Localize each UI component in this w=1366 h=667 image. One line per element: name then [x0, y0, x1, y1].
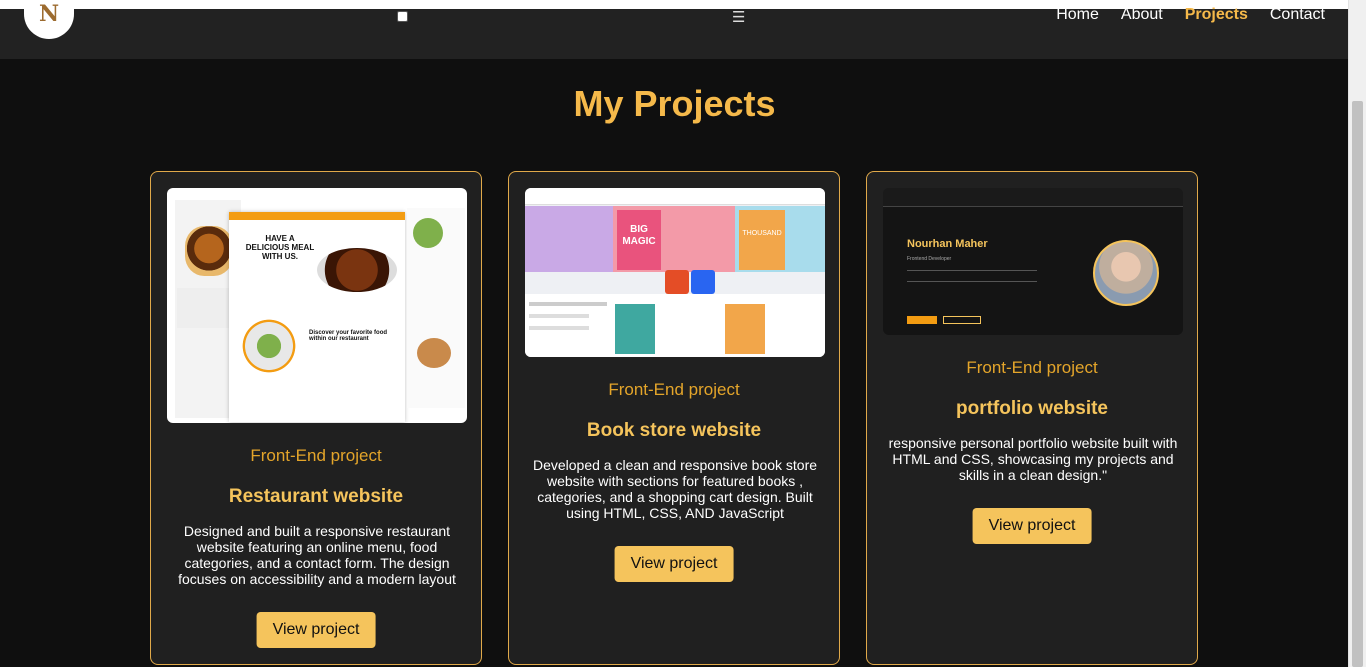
project-title: Book store website: [586, 420, 762, 441]
thumb-name: Nourhan Maher: [907, 238, 988, 250]
thumb-headline: HAVE A DELICIOUS MEAL WITH US.: [245, 234, 315, 261]
book-cover-text: BIG MAGIC: [617, 210, 661, 270]
project-kind: Front-End project: [250, 446, 382, 465]
project-title: portfolio website: [956, 398, 1108, 419]
nav-home-link[interactable]: Home: [1056, 6, 1099, 24]
portfolio-screenshot-image: Nourhan Maher Frontend Developer: [883, 188, 1183, 335]
thumb-section-text: Discover your favorite food within our r…: [309, 330, 388, 342]
project-description: Developed a clean and responsive book st…: [532, 457, 818, 521]
main-nav: Home About Projects Contact: [1034, 6, 1325, 24]
bookstore-screenshot-image: BIG MAGIC THOUSAND: [525, 188, 825, 357]
nav-contact-link[interactable]: Contact: [1270, 6, 1325, 24]
nav-about-link[interactable]: About: [1121, 6, 1163, 24]
scrollbar-thumb[interactable]: [1352, 101, 1363, 667]
site-logo[interactable]: N: [24, 0, 74, 39]
project-description: responsive personal portfolio website bu…: [888, 435, 1178, 483]
hamburger-menu-icon[interactable]: ☰: [732, 8, 745, 26]
site-header: N ☰ Home About Projects Contact: [0, 0, 1349, 59]
project-description: Designed and built a responsive restaura…: [178, 523, 456, 587]
view-project-button[interactable]: View project: [972, 508, 1092, 544]
thumb-role: Frontend Developer: [907, 256, 952, 262]
project-kind: Front-End project: [608, 380, 740, 399]
nav-projects-link[interactable]: Projects: [1185, 6, 1248, 24]
logo-letter: N: [38, 1, 60, 27]
view-project-button[interactable]: View project: [614, 546, 734, 582]
book-cover-text-2: THOUSAND: [739, 210, 785, 270]
project-title: Restaurant website: [228, 486, 404, 507]
menu-toggle-checkbox[interactable]: [397, 11, 408, 22]
page-title: My Projects: [573, 83, 776, 124]
project-kind: Front-End project: [966, 358, 1098, 377]
view-project-button[interactable]: View project: [256, 612, 376, 648]
page-scrollbar[interactable]: [1348, 0, 1366, 667]
project-card-portfolio: Nourhan Maher Frontend Developer Front-E…: [866, 171, 1198, 665]
project-card-restaurant: HAVE A DELICIOUS MEAL WITH US. Discover …: [150, 171, 482, 665]
project-card-bookstore: BIG MAGIC THOUSAND Front-End project Boo…: [508, 171, 840, 665]
restaurant-screenshot-image: HAVE A DELICIOUS MEAL WITH US. Discover …: [167, 188, 467, 423]
